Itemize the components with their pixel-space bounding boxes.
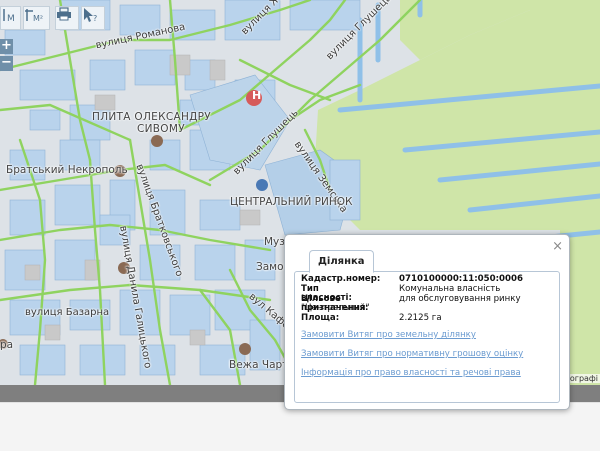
measure-area-icon: M² [25,9,43,23]
svg-text:?: ? [93,14,97,23]
print-button[interactable] [55,6,79,30]
print-icon [57,7,71,21]
parcel-info-popup: × Ділянка Кадастр.номер: 0710100000:11:0… [284,234,570,410]
info-cursor-icon: ? [84,8,97,23]
ownership-info-link[interactable]: Інформація про право власності та речові… [301,368,521,378]
poi-label: Братський Некрополь [6,164,128,176]
svg-text:M²: M² [33,14,43,23]
tab-parcel[interactable]: Ділянка [309,250,374,273]
order-land-extract-link[interactable]: Замовити Витяг про земельну ділянку [301,330,476,340]
measure-area-button[interactable]: M² [23,6,50,30]
poi-label: Муз [264,236,285,248]
hospital-icon: H [252,89,262,102]
zoom-in-button[interactable]: + [0,39,13,54]
close-icon[interactable]: × [552,239,563,254]
poi-label: ра [0,339,14,351]
street-label: вулиця Базарна [25,307,110,318]
poi-label: СИВОМУ [137,123,185,135]
poi-label: ПЛИТА ОЛЕКСАНДРУ [92,111,211,123]
poi-label: ЦЕНТРАЛЬНИЙ РИНОК [230,196,353,208]
zoom-out-button[interactable]: − [0,56,13,71]
svg-text:M: M [7,14,15,23]
measure-length-button[interactable]: M [0,6,21,30]
measure-length-icon: M [3,9,15,23]
info-tool-button[interactable]: ? [81,6,105,30]
parcel-details-panel: Кадастр.номер: 0710100000:11:050:0006 Ти… [294,271,560,403]
order-valuation-extract-link[interactable]: Замовити Витяг про нормативну грошову оц… [301,349,523,359]
